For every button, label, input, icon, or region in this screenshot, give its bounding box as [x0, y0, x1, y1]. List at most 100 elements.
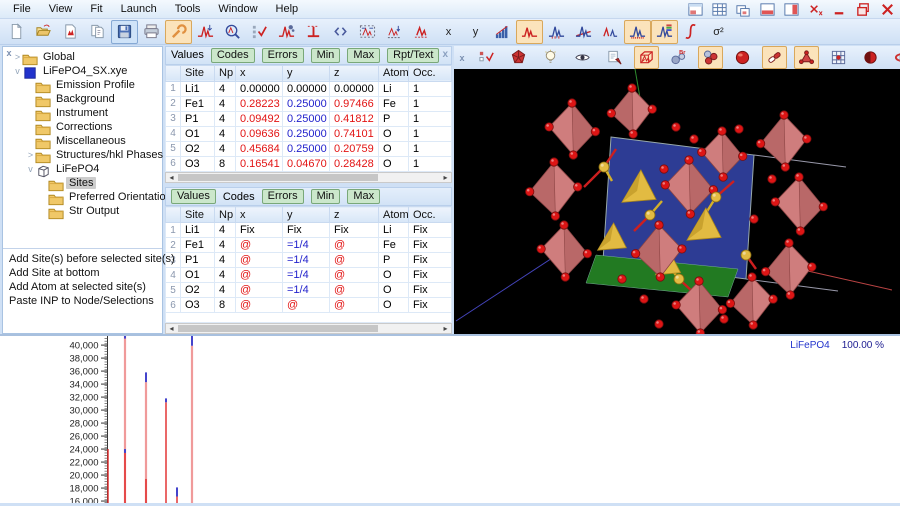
expand-icon[interactable]: > [26, 150, 35, 160]
menu-help[interactable]: Help [267, 2, 308, 16]
action-add-site-s-before-selected-sit[interactable]: Add Site(s) before selected site(s) [9, 252, 162, 266]
tab-min[interactable]: Min [311, 189, 341, 204]
tab-max[interactable]: Max [347, 48, 380, 63]
zoom-range-button[interactable] [354, 20, 381, 44]
tree-item-background[interactable]: Background [13, 92, 162, 106]
tree-item-preferred-orientation[interactable]: Preferred Orientation [13, 190, 162, 204]
tree-item-lifepo4-sx-xye[interactable]: vLiFePO4_SX.xye [13, 64, 162, 78]
y-cell[interactable]: @ [283, 298, 330, 313]
np-cell[interactable]: 4 [215, 253, 236, 268]
site-cell[interactable]: Li1 [181, 223, 215, 238]
cumulative-bars-button[interactable] [489, 20, 516, 44]
x-cell[interactable]: @ [236, 283, 283, 298]
window-bottom-icon[interactable] [687, 2, 704, 17]
integral-button[interactable] [678, 20, 705, 44]
site-cell[interactable]: P1 [181, 111, 215, 126]
polyhedra-style-button[interactable] [794, 46, 819, 69]
atom-cell[interactable]: O [379, 141, 409, 156]
values-table-hscrollbar[interactable]: ◂ ▸ [165, 172, 452, 183]
restore-window-icon[interactable] [855, 2, 872, 17]
occ-cell[interactable]: 1 [409, 81, 452, 96]
tab-values[interactable]: Values [171, 189, 216, 204]
site-cell[interactable]: P1 [181, 253, 215, 268]
site-cell[interactable]: O2 [181, 141, 215, 156]
minimize-window-icon[interactable] [831, 2, 848, 17]
scroll-left-icon[interactable]: ◂ [166, 324, 177, 334]
occ-cell[interactable]: Fix [409, 238, 452, 253]
tree-item-str-output[interactable]: Str Output [13, 204, 162, 218]
occ-cell[interactable]: 1 [409, 156, 452, 171]
x-cell[interactable]: 0.00000 [236, 81, 283, 96]
site-cell[interactable]: Fe1 [181, 238, 215, 253]
peak-baseline-button[interactable] [408, 20, 435, 44]
polyhedron-button[interactable] [506, 46, 531, 69]
menu-fit[interactable]: Fit [81, 2, 111, 16]
atoms-button[interactable] [698, 46, 723, 69]
scroll-left-icon[interactable]: ◂ [166, 173, 177, 183]
diffraction-chart-panel[interactable]: 16,00018,00020,00022,00024,00026,00028,0… [0, 334, 900, 503]
site-cell[interactable]: O1 [181, 268, 215, 283]
pick-note-button[interactable] [602, 46, 627, 69]
import-data-button[interactable] [57, 20, 84, 44]
np-cell[interactable]: 4 [215, 111, 236, 126]
sigma-squared-button[interactable]: σ² [705, 20, 732, 44]
x-cell[interactable]: @ [236, 268, 283, 283]
atom-cell[interactable]: O [379, 268, 409, 283]
atom-cell[interactable]: Li [379, 223, 409, 238]
np-cell[interactable]: 4 [215, 223, 236, 238]
np-cell[interactable]: 4 [215, 268, 236, 283]
collapse-icon[interactable]: v [26, 164, 35, 174]
window-cascade-icon[interactable] [735, 2, 752, 17]
peaks-ticks-button[interactable] [624, 20, 651, 44]
tree-item-structures-hkl-phases[interactable]: >Structures/hkl Phases [13, 148, 162, 162]
z-cell[interactable]: @ [330, 268, 379, 283]
tab-errors[interactable]: Errors [262, 48, 304, 63]
z-cell[interactable]: 0.00000 [330, 81, 379, 96]
close-panes-icon[interactable] [807, 2, 824, 17]
half-sphere-button[interactable] [858, 46, 883, 69]
scroll-right-icon[interactable]: ▸ [440, 324, 451, 334]
peak-zoom-button[interactable] [219, 20, 246, 44]
y-cell[interactable]: 0.04670 [283, 156, 330, 171]
atom-cell[interactable]: Li [379, 81, 409, 96]
z-cell[interactable]: @ [330, 298, 379, 313]
peaks-sticks-button[interactable] [543, 20, 570, 44]
menu-view[interactable]: View [40, 2, 82, 16]
new-document-button[interactable] [3, 20, 30, 44]
menu-file[interactable]: File [4, 2, 40, 16]
atom-cell[interactable]: O [379, 283, 409, 298]
np-cell[interactable]: 4 [215, 283, 236, 298]
z-cell[interactable]: 0.28428 [330, 156, 379, 171]
ring-view-button[interactable] [890, 46, 900, 69]
menu-tools[interactable]: Tools [166, 2, 210, 16]
expand-icon[interactable]: > [13, 52, 22, 62]
action-paste-inp-to-node-selections[interactable]: Paste INP to Node/Selections [9, 294, 162, 308]
x-cell[interactable]: 0.16541 [236, 156, 283, 171]
window-split-horizontal-icon[interactable] [759, 2, 776, 17]
view-eye-button[interactable] [570, 46, 595, 69]
x-cell[interactable]: 0.45684 [236, 141, 283, 156]
tree-item-corrections[interactable]: Corrections [13, 120, 162, 134]
tree-panel-close-icon[interactable]: x [4, 48, 14, 58]
tab-values[interactable]: Values [171, 49, 204, 61]
viewer-panel-close-icon[interactable]: x [457, 53, 467, 63]
site-cell[interactable]: O2 [181, 283, 215, 298]
collapse-icon[interactable]: v [13, 66, 22, 76]
window-split-vertical-icon[interactable] [783, 2, 800, 17]
scroll-thumb[interactable] [178, 174, 378, 181]
x-cell[interactable]: @ [236, 253, 283, 268]
structure-3d-view[interactable] [454, 69, 900, 337]
tab-rpt-text[interactable]: Rpt/Text [387, 48, 439, 63]
y-cell[interactable]: 0.25000 [283, 126, 330, 141]
atom-cell[interactable]: Fe [379, 238, 409, 253]
occ-cell[interactable]: 1 [409, 111, 452, 126]
scroll-right-icon[interactable]: ▸ [440, 173, 451, 183]
grid-cell-button[interactable] [826, 46, 851, 69]
occ-cell[interactable]: Fix [409, 283, 452, 298]
x-cell[interactable]: 0.09636 [236, 126, 283, 141]
x-cell[interactable]: @ [236, 238, 283, 253]
window-grid-icon[interactable] [711, 2, 728, 17]
unit-cell-button[interactable] [634, 46, 659, 69]
z-cell[interactable]: @ [330, 283, 379, 298]
y-cell[interactable]: 0.25000 [283, 96, 330, 111]
